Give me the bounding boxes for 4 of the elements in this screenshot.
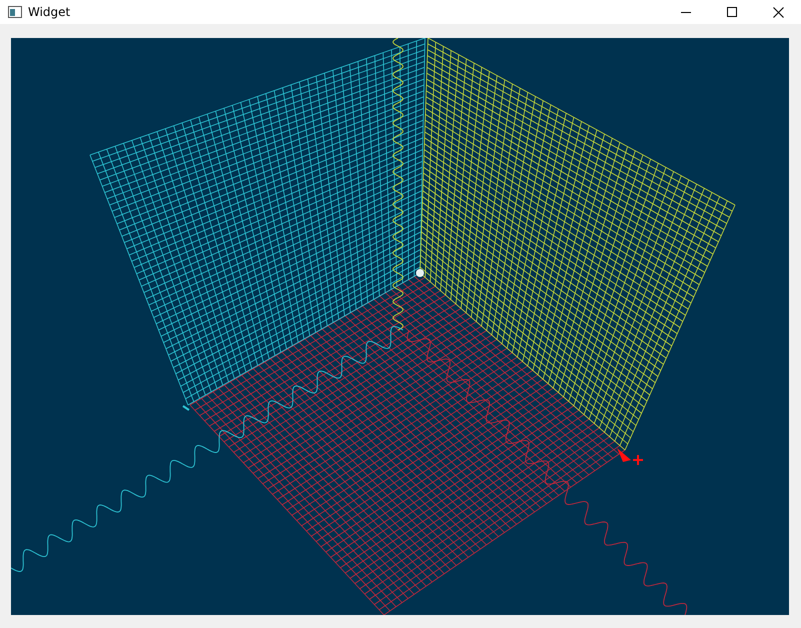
maximize-icon[interactable] (727, 7, 737, 17)
window-title: Widget (28, 5, 72, 19)
close-icon[interactable] (772, 6, 784, 18)
window-icon (8, 6, 22, 18)
